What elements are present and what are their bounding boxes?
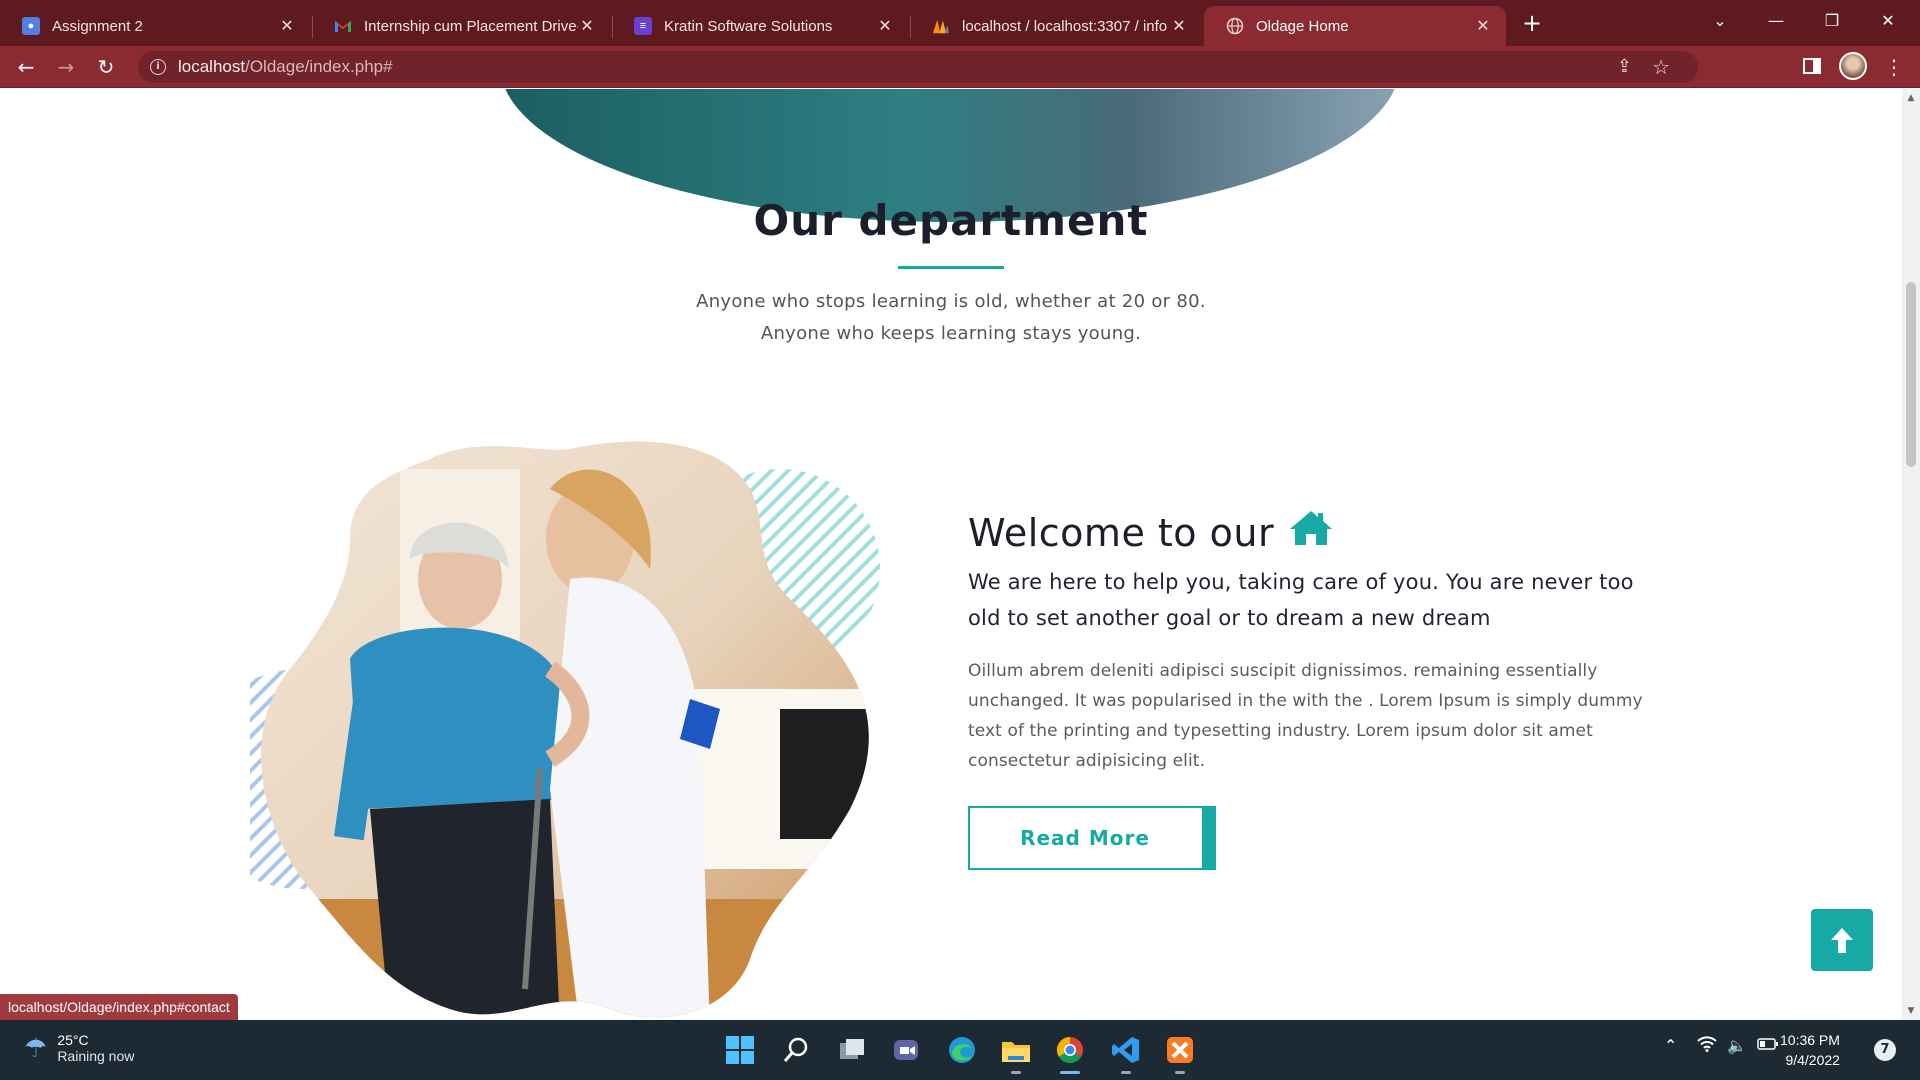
classroom-icon: ● (22, 17, 40, 35)
url-text[interactable]: localhost/Oldage/index.php# (178, 57, 393, 77)
forward-button[interactable]: → (52, 53, 80, 81)
chrome-button[interactable] (1052, 1032, 1088, 1074)
tab-strip: ● Assignment 2 ✕ Internship cum Placemen… (0, 0, 1920, 46)
browser-toolbar: ← → ↻ i localhost/Oldage/index.php# ⇪ ☆ … (0, 46, 1920, 88)
volume-icon[interactable]: 🔈 (1727, 1036, 1747, 1055)
tab-title: Oldage Home (1256, 17, 1349, 35)
clock-time: 10:36 PM (1780, 1032, 1840, 1048)
running-indicator (1121, 1071, 1131, 1074)
scroll-to-top-button[interactable] (1811, 909, 1873, 971)
url-host: localhost (178, 57, 246, 76)
notification-badge[interactable]: 7 (1874, 1039, 1896, 1061)
chrome-icon (1056, 1036, 1083, 1064)
file-explorer-button[interactable] (998, 1032, 1034, 1074)
task-view-button[interactable] (834, 1032, 870, 1068)
weather-desc: Raining now (57, 1048, 135, 1064)
page-viewport: Our department Anyone who stops learning… (0, 89, 1902, 1020)
close-icon[interactable]: ✕ (578, 16, 596, 36)
xampp-button[interactable] (1162, 1032, 1198, 1074)
tab-title: Internship cum Placement Drive- (364, 17, 578, 35)
wifi-icon[interactable] (1697, 1036, 1717, 1056)
link-status-bar: localhost/Oldage/index.php#contact (0, 994, 238, 1020)
read-more-button[interactable]: Read More (968, 806, 1216, 870)
section-subtitle-line1: Anyone who stops learning is old, whethe… (696, 291, 1206, 312)
edge-icon (949, 1037, 975, 1063)
scroll-up-arrow[interactable]: ▲ (1902, 93, 1920, 103)
xampp-icon (1167, 1037, 1193, 1063)
scroll-down-arrow[interactable]: ▼ (1902, 1006, 1920, 1016)
search-icon (783, 1037, 808, 1062)
share-icon[interactable]: ⇪ (1617, 56, 1632, 77)
close-icon[interactable]: ✕ (876, 16, 894, 36)
title-underline (898, 266, 1004, 269)
address-bar[interactable]: i localhost/Oldage/index.php# ⇪ ☆ (138, 51, 1698, 83)
reload-button[interactable]: ↻ (92, 53, 120, 81)
caregiver-image (190, 429, 900, 1020)
start-button[interactable] (722, 1032, 758, 1068)
menu-kebab-icon[interactable]: ⋮ (1880, 53, 1908, 81)
tab-title: localhost / localhost:3307 / info / (962, 17, 1170, 35)
tab-search-icon[interactable]: ⌄ (1692, 0, 1748, 40)
vscode-button[interactable] (1108, 1032, 1144, 1074)
welcome-heading: Welcome to our (968, 509, 1334, 556)
welcome-heading-text: Welcome to our (968, 510, 1275, 555)
chevron-up-icon[interactable]: ⌃ (1664, 1036, 1677, 1055)
windows-logo-icon (726, 1036, 754, 1064)
folder-icon (1002, 1042, 1030, 1062)
url-path: /Oldage/index.php# (245, 57, 393, 76)
tab-assignment[interactable]: ● Assignment 2 ✕ (0, 6, 310, 46)
bookmark-star-icon[interactable]: ☆ (1652, 55, 1670, 79)
side-panel-icon[interactable] (1798, 53, 1826, 81)
welcome-lead-text: We are here to help you, taking care of … (968, 570, 1634, 630)
tab-oldage-home[interactable]: Oldage Home ✕ (1204, 6, 1506, 46)
tab-title: Assignment 2 (52, 17, 143, 35)
tab-phpmyadmin[interactable]: localhost / localhost:3307 / info / ✕ (910, 6, 1202, 46)
forms-icon: ≡ (634, 17, 652, 35)
section-subtitle-line2: Anyone who keeps learning stays young. (760, 323, 1142, 344)
tab-kratin[interactable]: ≡ Kratin Software Solutions ✕ (612, 6, 908, 46)
task-view-icon (840, 1039, 864, 1059)
close-icon[interactable]: ✕ (1474, 16, 1492, 36)
rain-umbrella-icon: ☂ (24, 1032, 48, 1063)
read-more-label: Read More (1020, 826, 1150, 850)
minimize-button[interactable]: — (1748, 0, 1804, 40)
running-indicator (1011, 1071, 1021, 1074)
edge-button[interactable] (944, 1032, 980, 1068)
weather-temp: 25°C (57, 1032, 89, 1048)
tab-internship[interactable]: Internship cum Placement Drive- ✕ (312, 6, 610, 46)
vscode-icon (1112, 1037, 1139, 1063)
new-tab-button[interactable]: + (1516, 8, 1548, 40)
running-indicator (1060, 1071, 1080, 1074)
phpmyadmin-icon (932, 17, 950, 35)
search-button[interactable] (778, 1032, 814, 1068)
close-window-button[interactable]: ✕ (1860, 0, 1916, 40)
welcome-body-text: Oillum abrem deleniti adipisci suscipit … (968, 661, 1643, 771)
back-button[interactable]: ← (12, 53, 40, 81)
restore-button[interactable]: ❐ (1804, 0, 1860, 40)
battery-icon[interactable] (1757, 1036, 1779, 1055)
running-indicator (1175, 1071, 1185, 1074)
close-icon[interactable]: ✕ (1170, 16, 1188, 36)
section-title: Our department (753, 196, 1149, 245)
read-more-accent-bar (1202, 808, 1214, 868)
clock-date: 9/4/2022 (1785, 1052, 1840, 1068)
profile-avatar[interactable] (1839, 52, 1867, 80)
weather-widget[interactable]: ☂ 25°C Raining now (24, 1032, 134, 1064)
close-icon[interactable]: ✕ (278, 16, 296, 36)
windows-taskbar: ☂ 25°C Raining now ⌃ 🔈 10:36 PM 9/4/2022… (0, 1020, 1920, 1080)
gmail-icon (334, 17, 352, 35)
scrollbar-thumb[interactable] (1906, 282, 1916, 467)
teams-chat-button[interactable] (888, 1032, 924, 1068)
globe-icon (1226, 17, 1244, 35)
teams-chat-icon (894, 1040, 918, 1060)
arrow-up-icon (1831, 928, 1853, 953)
home-icon (1288, 509, 1334, 556)
page-scrollbar[interactable]: ▲ ▼ (1902, 89, 1920, 1020)
site-info-icon[interactable]: i (150, 59, 166, 75)
system-clock[interactable]: 10:36 PM 9/4/2022 (1780, 1030, 1840, 1070)
tab-title: Kratin Software Solutions (664, 17, 833, 35)
